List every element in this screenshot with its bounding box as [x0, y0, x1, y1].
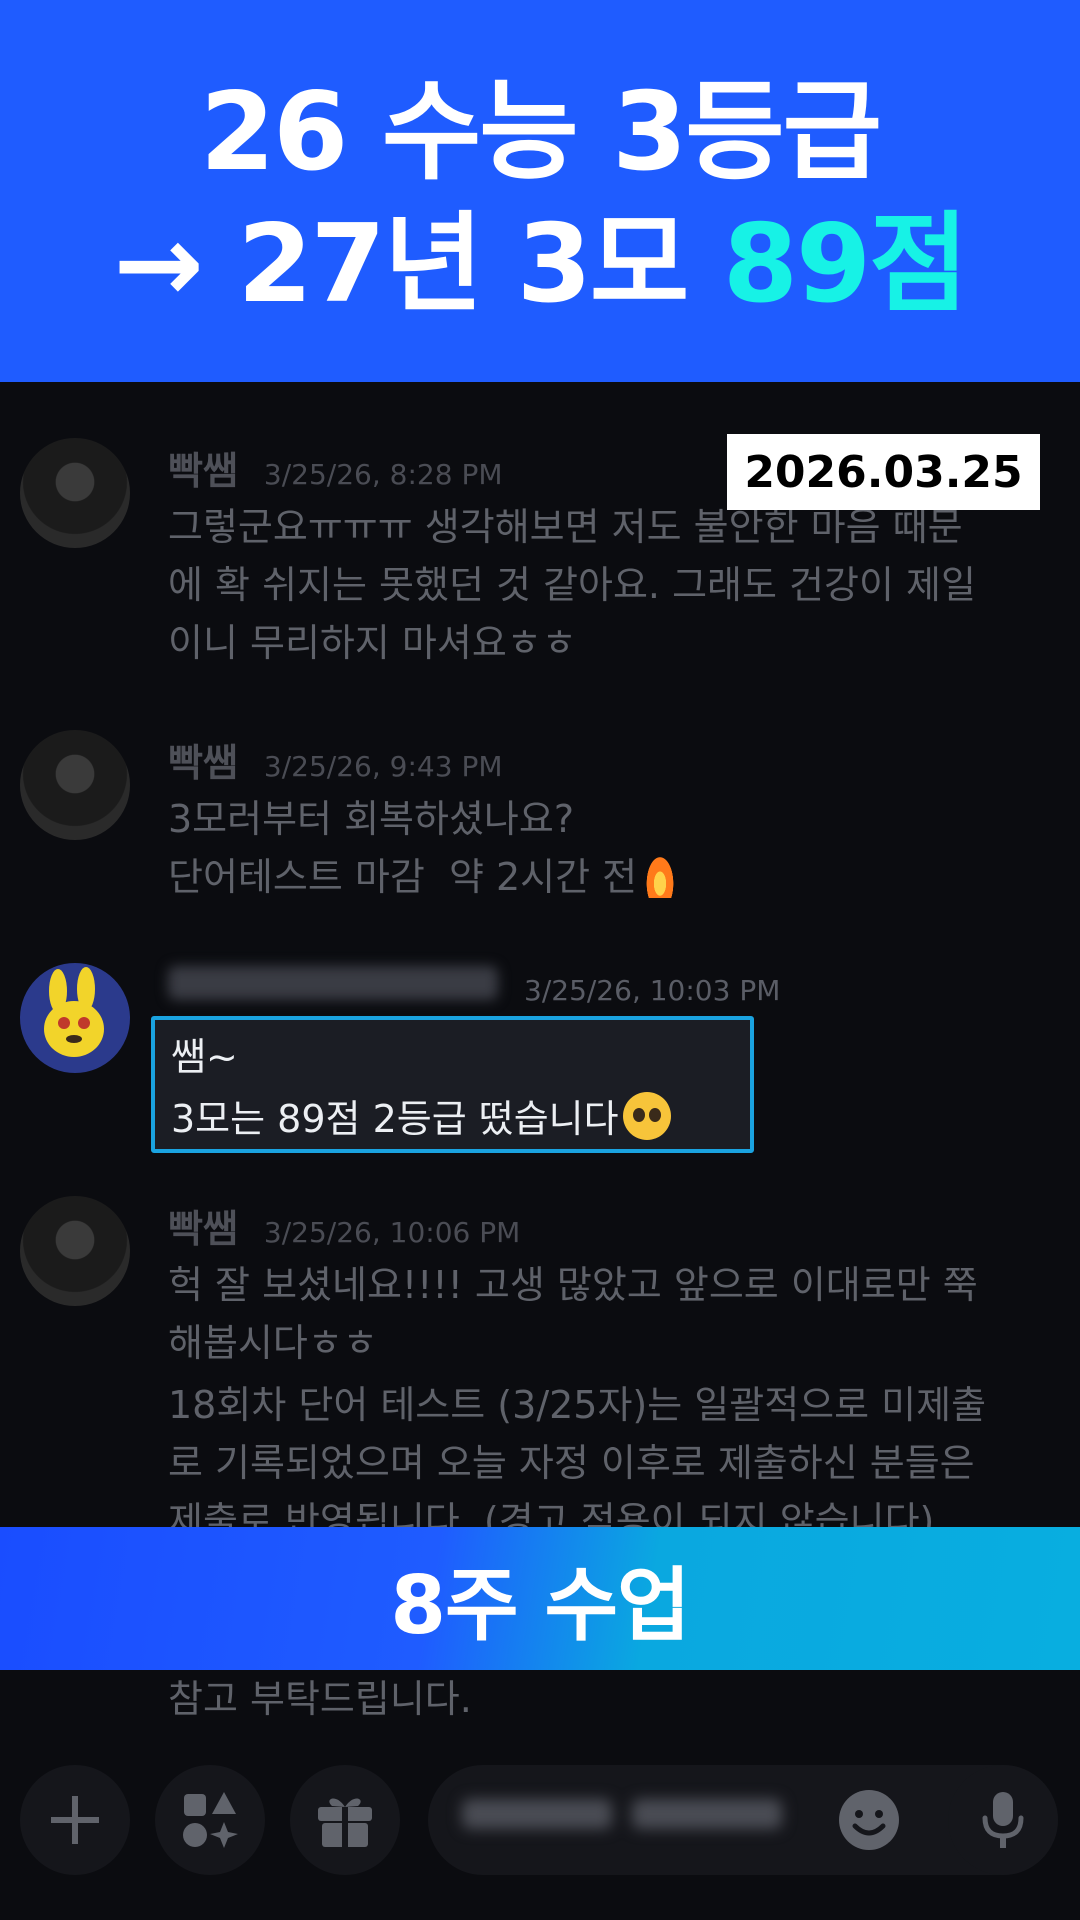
promo-banner: 8주 수업	[0, 1527, 1080, 1670]
message-text: 헉 잘 보셨네요!!!! 고생 많았고 앞으로 이대로만 쭉 해봅시다ㅎㅎ	[168, 1263, 978, 1365]
emoji-icon	[839, 1790, 899, 1850]
sender-name[interactable]: 빡쌤	[168, 1198, 238, 1253]
emoji-button[interactable]	[814, 1765, 924, 1875]
message-line: 단어테스트 마감 약 2시간 전	[168, 855, 638, 899]
timestamp: 3/25/26, 10:06 PM	[263, 1216, 521, 1249]
plus-icon	[51, 1796, 99, 1844]
gift-icon	[318, 1798, 372, 1847]
avatar[interactable]	[20, 1196, 130, 1306]
message-line: 쌤~	[171, 1035, 238, 1079]
message-text: 참고 부탁드립니다.	[168, 1677, 472, 1721]
headline-line1: 26 수능 3등급	[199, 70, 882, 195]
avatar[interactable]	[20, 730, 130, 840]
headline-banner: 26 수능 3등급 → 27년 3모 89점	[0, 0, 1080, 382]
message-text: 그렇군요ㅠㅠㅠ 생각해보면 저도 불안한 마음 때문 에 확 쉬지는 못했던 것…	[168, 505, 976, 665]
sender-name[interactable]: 빡쌤	[168, 732, 238, 787]
apps-button[interactable]	[155, 1765, 265, 1875]
message-input-placeholder-blurred	[462, 1798, 792, 1838]
headline-line2-prefix: → 27년 3모	[113, 202, 723, 327]
avatar[interactable]	[20, 963, 130, 1073]
pleading-face-icon	[622, 1092, 671, 1140]
bunny-avatar-icon	[44, 967, 104, 1057]
sender-name-blurred[interactable]	[168, 966, 498, 1000]
headline-line2: → 27년 3모 89점	[0, 200, 1080, 330]
message-line: 3모는 89점 2등급 떴습니다	[171, 1097, 619, 1141]
sender-name[interactable]: 빡쌤	[168, 440, 238, 495]
date-badge: 2026.03.25	[727, 434, 1040, 510]
timestamp: 3/25/26, 10:03 PM	[524, 974, 781, 1007]
add-button[interactable]	[20, 1765, 130, 1875]
microphone-button[interactable]	[948, 1765, 1058, 1875]
message-text: 3모러부터 회복하셨나요? 단어테스트 마감 약 2시간 전	[168, 790, 1048, 906]
avatar[interactable]	[20, 438, 130, 548]
apps-icon	[183, 1792, 238, 1848]
headline-score: 89점	[722, 202, 969, 327]
highlighted-message: 쌤~ 3모는 89점 2등급 떴습니다	[151, 1016, 754, 1153]
microphone-icon	[982, 1792, 1024, 1848]
message-line: 3모러부터 회복하셨나요?	[168, 797, 575, 841]
timestamp: 3/25/26, 9:43 PM	[263, 750, 503, 783]
timestamp: 3/25/26, 8:28 PM	[263, 458, 503, 491]
gift-button[interactable]	[290, 1765, 400, 1875]
fire-icon	[643, 850, 678, 898]
message-text: 쌤~ 3모는 89점 2등급 떴습니다	[171, 1026, 671, 1150]
message-text: 18회차 단어 테스트 (3/25자)는 일괄적으로 미제출 로 기록되었으며 …	[168, 1383, 987, 1543]
